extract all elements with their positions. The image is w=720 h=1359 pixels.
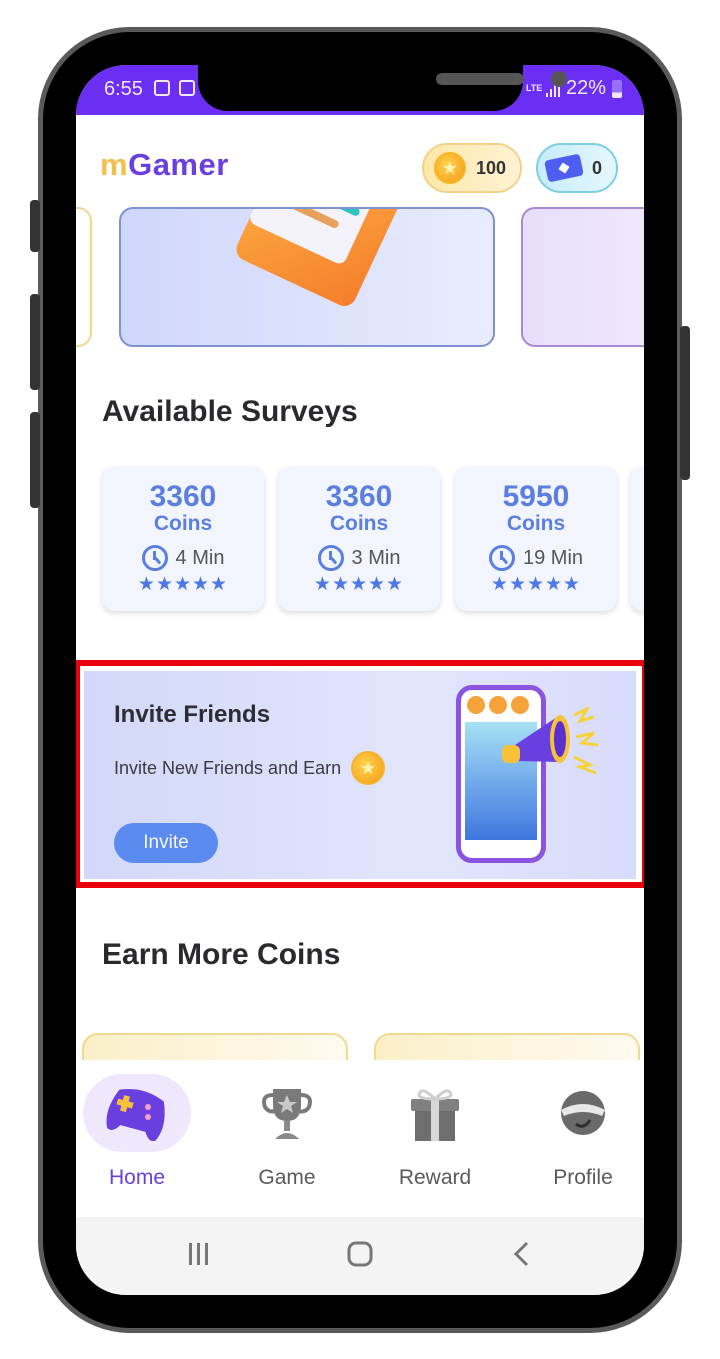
home-icon[interactable] (347, 1241, 373, 1267)
speaker-grille (436, 73, 524, 85)
star-rating: ★★★★★ (313, 574, 405, 595)
camera-notch (198, 65, 567, 111)
side-button-volume-up (30, 294, 40, 390)
gift-icon (411, 1089, 459, 1141)
trophy-icon (262, 1089, 312, 1139)
nav-reward-label: Reward (398, 1166, 472, 1189)
survey-card[interactable]: 3360 Coins 3 Min ★★★★★ (278, 467, 440, 611)
survey-card-partial[interactable] (630, 467, 644, 611)
survey-unit: Coins (329, 512, 389, 535)
nav-profile-icon-wrap (529, 1074, 637, 1152)
status-bar: 6:55 LTE 22% (76, 65, 644, 115)
app-logo: mGamer (100, 147, 229, 182)
status-time: 6:55 (104, 78, 143, 100)
star-rating: ★★★★★ (137, 574, 229, 595)
clock-icon (317, 545, 344, 571)
survey-coins: 5950 (502, 480, 570, 513)
nav-reward[interactable]: Reward (375, 1074, 495, 1190)
survey-duration: 19 Min (455, 545, 617, 571)
coin-balance-button[interactable]: ★ 100 (422, 143, 522, 193)
bottom-nav: Home Game Reward Profile (76, 1060, 644, 1220)
clock-icon (488, 545, 515, 571)
banner-carousel[interactable] (76, 207, 644, 347)
earn-more-list[interactable] (76, 1033, 644, 1093)
nav-game[interactable]: Game (227, 1074, 347, 1190)
nav-profile[interactable]: Profile (523, 1074, 643, 1190)
survey-coins: 3360 (325, 480, 393, 513)
status-right: LTE 22% (526, 77, 622, 100)
recents-icon[interactable] (186, 1241, 212, 1267)
coin-balance: 100 (476, 157, 507, 178)
ticket-balance-button[interactable]: 0 (536, 143, 618, 193)
star-coin-icon: ★ (434, 152, 466, 184)
survey-unit: Coins (153, 512, 213, 535)
back-icon[interactable] (512, 1241, 532, 1267)
survey-unit: Coins (506, 512, 566, 535)
nav-profile-label: Profile (553, 1166, 613, 1189)
avatar-icon (561, 1091, 605, 1135)
survey-list[interactable]: 3360 Coins 4 Min ★★★★★ 3360 Coins 3 Min … (76, 463, 644, 623)
survey-duration: 3 Min (278, 545, 440, 571)
surveys-heading: Available Surveys (102, 395, 358, 428)
nav-game-icon-wrap (233, 1074, 341, 1152)
front-camera (551, 71, 567, 87)
survey-coins: 3360 (149, 480, 217, 513)
lte-icon: LTE (525, 83, 543, 93)
gamepad-icon (106, 1089, 165, 1141)
gallery-icon (154, 80, 170, 96)
banner-survey[interactable] (119, 207, 495, 347)
ticket-icon (544, 153, 584, 183)
nav-home-icon-wrap (83, 1074, 191, 1152)
side-button-volume-down (30, 412, 40, 508)
nav-home[interactable]: Home (77, 1074, 197, 1190)
note-icon (179, 80, 195, 96)
system-navigation-bar (76, 1217, 644, 1295)
nav-reward-icon-wrap (381, 1074, 489, 1152)
screen: 6:55 LTE 22% mGamer ★ 100 0 Available Su… (76, 65, 644, 1295)
banner-next[interactable] (521, 207, 644, 347)
nav-home-label: Home (108, 1166, 166, 1189)
ticket-balance: 0 (592, 157, 603, 178)
battery-percent: 22% (565, 77, 606, 99)
banner-previous[interactable] (76, 207, 92, 347)
battery-icon (612, 79, 622, 98)
clock-icon (141, 545, 168, 571)
side-button-bixby (30, 200, 40, 252)
earn-more-heading: Earn More Coins (102, 938, 341, 971)
survey-card[interactable]: 5950 Coins 19 Min ★★★★★ (455, 467, 617, 611)
app-bar: mGamer ★ 100 0 (76, 115, 644, 217)
survey-duration: 4 Min (102, 545, 264, 571)
nav-game-label: Game (258, 1166, 316, 1189)
side-button-power (680, 326, 690, 480)
highlight-box (76, 660, 644, 888)
survey-card[interactable]: 3360 Coins 4 Min ★★★★★ (102, 467, 264, 611)
star-rating: ★★★★★ (490, 574, 582, 595)
